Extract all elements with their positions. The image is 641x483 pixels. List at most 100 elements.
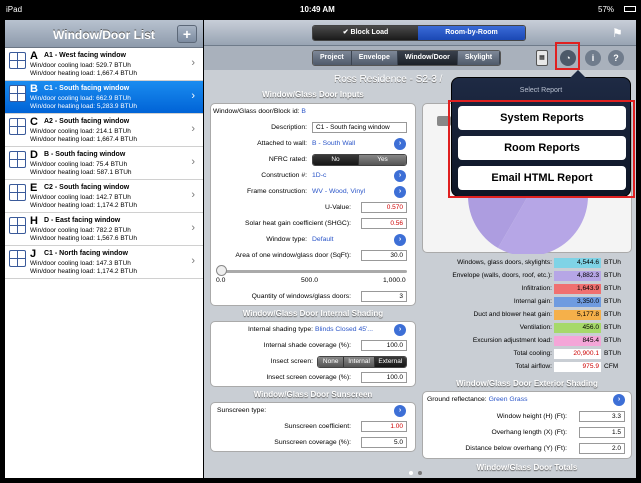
insect-internal-option[interactable]: Internal xyxy=(344,357,375,367)
list-item[interactable]: A A1 - West facing window Win/door cooling… xyxy=(5,48,203,81)
shading-type-label: Internal shading type: xyxy=(248,326,313,333)
list-item[interactable]: B C1 - South facing window Win/door coolin… xyxy=(5,81,203,114)
add-window-button[interactable]: + xyxy=(177,25,197,43)
slider-min: 0.0 xyxy=(216,277,226,284)
item-name: C1 - South facing window xyxy=(44,85,130,92)
room-by-room-tab[interactable]: Room-by-Room xyxy=(418,26,525,40)
item-letter: B xyxy=(30,83,38,95)
frame-detail-icon[interactable]: › xyxy=(394,186,406,198)
window-list: A A1 - West facing window Win/door cooling… xyxy=(5,48,203,279)
page-dot-active xyxy=(409,471,413,475)
id-label: Window/Glass door/Block id: xyxy=(213,108,300,115)
load-label: Ventilation: xyxy=(519,324,552,331)
item-heating: Win/door heating load: 1,174.2 BTUh xyxy=(30,268,137,275)
insect-coverage-label: Insect screen coverage (%): xyxy=(266,374,351,381)
item-letter: H xyxy=(30,215,38,227)
battery-icon xyxy=(624,6,636,12)
shading-type-detail-icon[interactable]: › xyxy=(394,324,406,336)
window-icon xyxy=(9,52,26,69)
sunscreen-coverage-field[interactable]: 5.0 xyxy=(361,437,407,448)
list-item[interactable]: C A2 - South facing window Win/door coolin… xyxy=(5,114,203,147)
list-item[interactable]: J C1 - North facing window Win/door coolin… xyxy=(5,246,203,279)
load-row: Ventilation: 456.0 BTUh xyxy=(422,323,632,334)
info-icon[interactable]: i xyxy=(585,50,601,66)
load-row: Envelope (walls, doors, roof, etc.): 4,88… xyxy=(422,271,632,282)
shading-panel: Internal shading type: Blinds Closed 45'… xyxy=(210,321,416,387)
nfrc-toggle: No Yes xyxy=(312,154,407,166)
overhang-field[interactable]: 1.5 xyxy=(579,427,625,438)
uvalue-field[interactable]: 0.570 xyxy=(361,202,407,213)
tab-window-door[interactable]: Window/Door xyxy=(397,51,458,65)
insect-external-option[interactable]: External xyxy=(374,357,406,367)
insect-none-option[interactable]: None xyxy=(318,357,345,367)
load-unit: CFM xyxy=(604,363,619,370)
wall-detail-icon[interactable]: › xyxy=(394,138,406,150)
window-icon xyxy=(9,85,26,102)
load-label: Excursion adjustment load: xyxy=(472,337,552,344)
shade-coverage-field[interactable]: 100.0 xyxy=(361,340,407,351)
slider-max: 1,000.0 xyxy=(383,277,406,284)
item-cooling: Win/door cooling load: 75.4 BTUh xyxy=(30,161,128,168)
block-load-tab[interactable]: ✔ Block Load xyxy=(313,26,419,40)
load-mode-segment: ✔ Block Load Room-by-Room xyxy=(312,25,526,41)
item-letter: D xyxy=(30,149,38,161)
load-label: Envelope (walls, doors, roof, etc.): xyxy=(452,272,552,279)
height-field[interactable]: 3.3 xyxy=(579,411,625,422)
battery-label: 57% xyxy=(598,5,615,14)
inputs-panel: Window/Glass door/Block id: B Descriptio… xyxy=(210,103,416,306)
popover-arrow xyxy=(570,70,586,78)
sunscreen-coef-field[interactable]: 1.00 xyxy=(361,421,407,432)
quantity-field[interactable]: 3 xyxy=(361,291,407,302)
item-cooling: Win/door cooling load: 147.3 BTUh xyxy=(30,260,131,267)
section-tabs: Project Envelope Window/Door Skylight xyxy=(312,50,502,66)
load-value: 456.0 xyxy=(554,323,601,333)
area-slider-thumb[interactable] xyxy=(216,265,227,276)
description-field[interactable]: C1 - South facing window xyxy=(312,122,407,133)
list-item[interactable]: E C2 - South facing window Win/door coolin… xyxy=(5,180,203,213)
shading-header: Window/Glass Door Internal Shading xyxy=(242,309,384,318)
nfrc-yes-option[interactable]: Yes xyxy=(359,155,406,165)
load-value: 845.4 xyxy=(554,336,601,346)
list-item[interactable]: H D - East facing window Win/door cooling … xyxy=(5,213,203,246)
load-value: 4,882.3 xyxy=(554,271,601,281)
nfrc-no-option[interactable]: No xyxy=(313,155,360,165)
item-letter: E xyxy=(30,182,38,194)
insect-coverage-field[interactable]: 100.0 xyxy=(361,372,407,383)
window-type-detail-icon[interactable]: › xyxy=(394,234,406,246)
device-label: iPad xyxy=(6,5,23,14)
help-icon[interactable]: ? xyxy=(608,50,624,66)
calculator-icon[interactable]: ▦ xyxy=(536,50,548,66)
sunscreen-header: Window/Glass Door Sunscreen xyxy=(253,390,373,399)
area-field[interactable]: 30.0 xyxy=(361,250,407,261)
wall-label: Attached to wall: xyxy=(257,140,307,147)
tab-envelope[interactable]: Envelope xyxy=(351,51,398,65)
load-unit: BTUh xyxy=(604,350,621,357)
load-row: Total airflow: 975.9 CFM xyxy=(422,362,632,373)
item-name: A2 - South facing window xyxy=(44,118,130,125)
construction-detail-icon[interactable]: › xyxy=(394,170,406,182)
load-row: Infiltration: 1,643.9 BTUh xyxy=(422,284,632,295)
status-bar: iPad 10:49 AM 57% xyxy=(0,0,641,20)
tab-skylight[interactable]: Skylight xyxy=(457,51,501,65)
load-row: Total cooling: 20,900.1 BTUh xyxy=(422,349,632,360)
quantity-label: Quantity of windows/glass doors: xyxy=(251,293,351,300)
load-label: Total airflow: xyxy=(515,363,552,370)
shgc-field[interactable]: 0.56 xyxy=(361,218,407,229)
item-cooling: Win/door cooling load: 529.7 BTUh xyxy=(30,62,131,69)
construction-value: 1D-c xyxy=(312,172,327,179)
flag-icon[interactable]: ⚑ xyxy=(612,26,630,40)
shgc-label: Solar heat gain coefficient (SHGC): xyxy=(244,220,351,227)
sunscreen-coef-label: Sunscreen coefficient: xyxy=(284,423,351,430)
list-item[interactable]: D B - South facing window Win/door cooling… xyxy=(5,147,203,180)
area-slider-track[interactable] xyxy=(217,270,407,273)
load-unit: BTUh xyxy=(604,324,621,331)
popover-title: Select Report xyxy=(519,87,563,94)
ground-detail-icon[interactable]: › xyxy=(613,394,625,406)
item-heating: Win/door heating load: 5,283.9 BTUh xyxy=(30,103,137,110)
load-value: 1,643.9 xyxy=(554,284,601,294)
load-unit: BTUh xyxy=(604,337,621,344)
tab-project[interactable]: Project xyxy=(313,51,352,65)
distance-field[interactable]: 2.0 xyxy=(579,443,625,454)
sunscreen-type-detail-icon[interactable]: › xyxy=(394,405,406,417)
item-letter: C xyxy=(30,116,38,128)
